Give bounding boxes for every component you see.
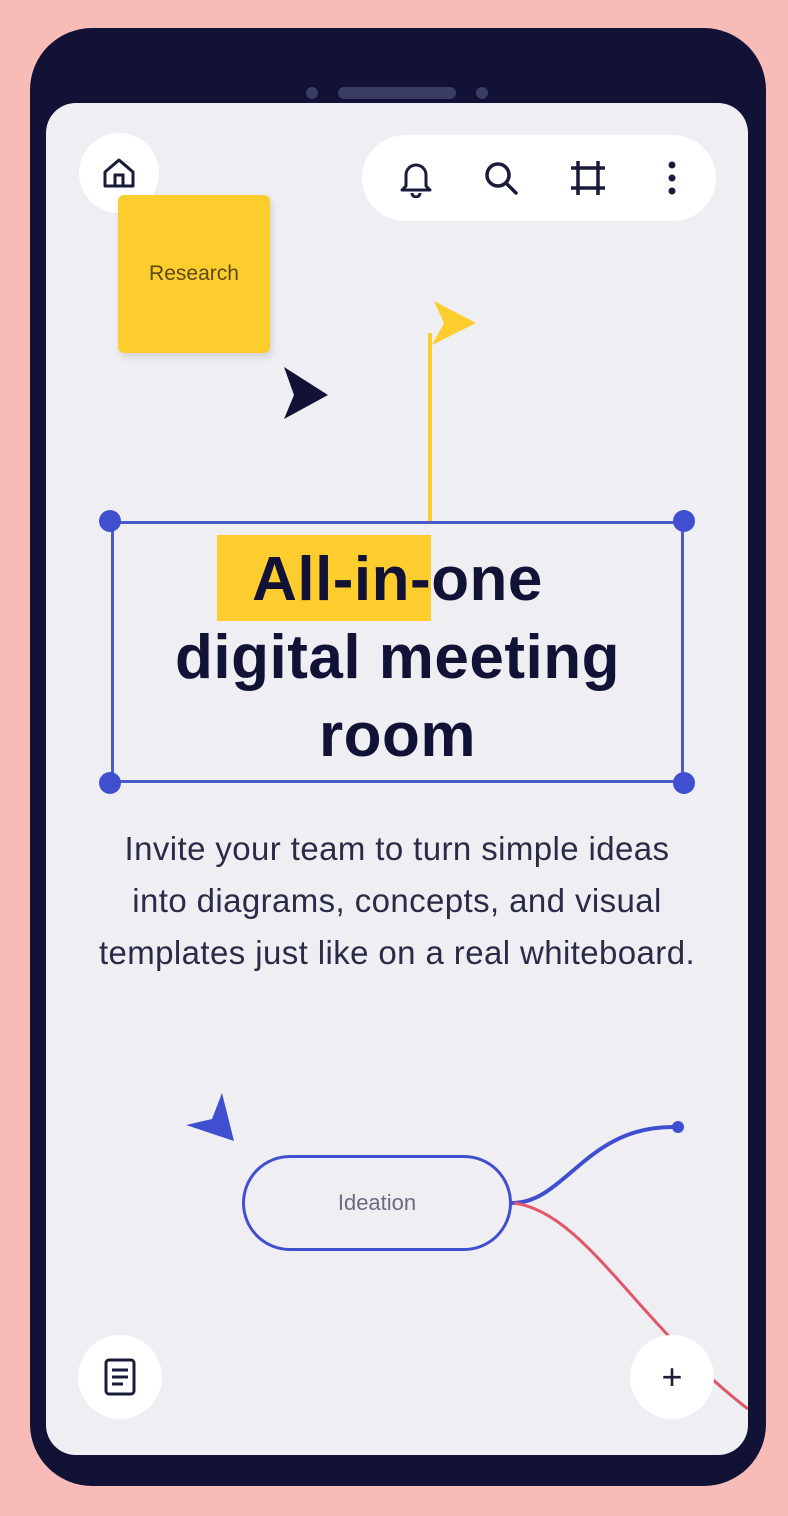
bell-icon	[400, 163, 432, 198]
plus-icon: +	[661, 1356, 683, 1397]
more-vertical-icon	[668, 161, 676, 195]
notifications-button[interactable]	[393, 155, 439, 201]
resize-handle-bottom-left[interactable]	[99, 772, 121, 794]
resize-handle-top-left[interactable]	[99, 510, 121, 532]
speaker-grille	[338, 87, 456, 99]
blue-cursor-icon	[186, 1093, 234, 1141]
headline-line-1: All-in-one	[112, 541, 683, 619]
resize-handle-bottom-right[interactable]	[673, 772, 695, 794]
top-toolbar	[362, 135, 716, 221]
headline-text: All-in-one digital meeting room	[112, 541, 683, 775]
home-icon	[103, 158, 135, 188]
search-icon	[485, 162, 518, 195]
description-text: Invite your team to turn simple ideas in…	[98, 830, 696, 971]
blue-connector-endpoint	[672, 1121, 684, 1133]
headline-line-3: room	[319, 701, 476, 770]
mind-map-node-ideation[interactable]: Ideation	[242, 1155, 512, 1251]
notes-icon	[104, 1358, 136, 1396]
frame-icon	[571, 161, 605, 195]
sticky-note-research[interactable]: Research	[118, 195, 270, 353]
camera-dot	[306, 87, 318, 99]
notes-button[interactable]	[78, 1335, 162, 1419]
whiteboard-canvas[interactable]: Research All-in-one digital meeting room…	[46, 103, 748, 1455]
yellow-cursor-icon	[432, 301, 476, 345]
resize-handle-top-right[interactable]	[673, 510, 695, 532]
frames-button[interactable]	[565, 155, 611, 201]
headline-highlighted-part: All-in-	[252, 545, 432, 614]
more-options-button[interactable]	[649, 155, 695, 201]
add-button[interactable]: +	[630, 1335, 714, 1419]
search-button[interactable]	[478, 155, 524, 201]
sensor-dot	[476, 87, 488, 99]
headline-line-2: digital meeting	[175, 623, 620, 692]
sticky-note-text: Research	[149, 262, 239, 285]
cursor-arrow-icon	[284, 367, 328, 419]
blue-connector-curve	[511, 1124, 677, 1205]
mind-map-node-label: Ideation	[337, 1190, 417, 1215]
headline-rest: one	[431, 545, 543, 614]
